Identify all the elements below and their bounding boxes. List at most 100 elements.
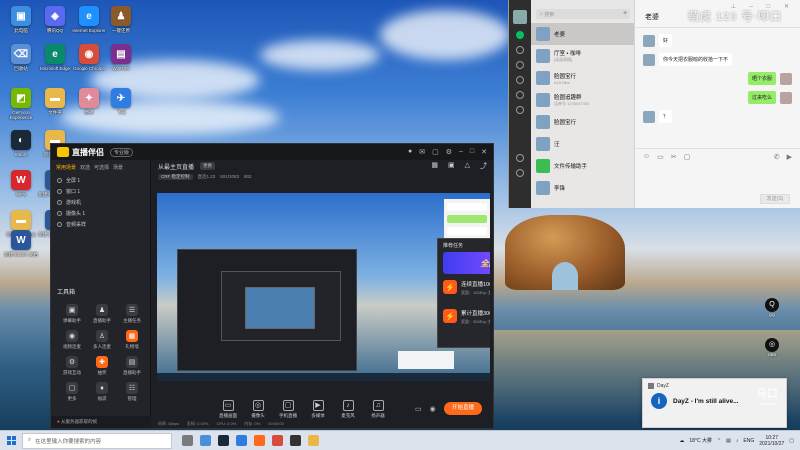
bell-icon[interactable]: △ <box>465 161 470 171</box>
tool-button[interactable]: ☷ 管理 <box>117 382 147 402</box>
eye-icon[interactable] <box>57 189 62 194</box>
taskbar-search[interactable]: ⌕ 在这里输入你要搜索的内容 <box>22 432 172 449</box>
tool-button[interactable]: ✚ 抽奖 <box>87 356 117 376</box>
favorites-icon[interactable] <box>516 61 524 69</box>
tool-button[interactable]: ▤ 直播助手 <box>117 356 147 376</box>
task-state[interactable]: 未完成 <box>438 327 490 333</box>
scene-tab[interactable]: 双选 <box>80 164 90 171</box>
maximize-icon[interactable]: □ <box>470 148 474 156</box>
task-row[interactable]: ⚡ 连续直播100分钟奖励：100Exp 主播任务 x1 <box>438 275 490 298</box>
taskbar-app-icon[interactable] <box>290 435 301 446</box>
stream-preview[interactable]: 推荐任务 ✕ 全民乐PK ⚡连续直播100分钟奖励：100Exp 主播任务 x1… <box>157 193 490 381</box>
scissors-icon[interactable]: ✂ <box>671 153 677 161</box>
avatar[interactable] <box>643 53 655 66</box>
notification-center-icon[interactable]: ▢ <box>789 438 794 444</box>
eye-icon[interactable] <box>57 211 62 216</box>
chat-icon[interactable] <box>516 31 524 39</box>
taskbar-app-icon[interactable] <box>218 435 229 446</box>
tool-button[interactable]: ▣ 弹幕助手 <box>57 304 87 324</box>
desktop-icon[interactable]: ♟ 一键还原 <box>104 6 138 33</box>
search-input[interactable]: ⌕ 搜索 <box>536 9 629 19</box>
chat-item[interactable]: 脸圆追趣群 运单号 1278037400 <box>531 89 634 111</box>
tool-button[interactable]: ⚙ 游戏互动 <box>57 356 87 376</box>
desktop-icon[interactable]: ▬ 文件夹 <box>38 88 72 115</box>
message-input[interactable]: ☺ ▭ ✂ ▢ ✆ ▶ 发送(S) <box>635 148 800 208</box>
scene-item[interactable]: 音频采样 <box>51 219 150 230</box>
video-icon[interactable]: ▶ <box>787 153 792 161</box>
scene-tab[interactable]: 场景 <box>113 164 123 171</box>
tool-button[interactable]: ▢ 更多 <box>57 382 87 402</box>
weather-text[interactable]: 18°C 大雾 <box>689 437 712 444</box>
scene-tab[interactable]: 常用场景 <box>56 164 76 171</box>
close-icon[interactable]: ✕ <box>481 148 487 156</box>
taskbar-app-icon[interactable] <box>254 435 265 446</box>
share-icon[interactable]: ⤴ <box>480 161 487 171</box>
source-button[interactable]: ▶ 多媒体 <box>307 399 329 419</box>
desktop-icon[interactable]: ▤ WinRAR <box>104 44 138 71</box>
add-button[interactable]: + <box>620 9 630 19</box>
go-live-button[interactable]: 开始直播 <box>444 402 482 415</box>
tool-button[interactable]: ♙ 多人连麦 <box>87 330 117 350</box>
phone-icon[interactable]: ✆ <box>774 153 780 161</box>
emoji-icon[interactable]: ☺ <box>643 153 650 161</box>
scene-tab[interactable]: 可选择 <box>94 164 109 171</box>
folder-icon[interactable]: ▭ <box>657 153 664 161</box>
folder-icon[interactable] <box>516 76 524 84</box>
desktop-icon[interactable]: ◐ Steam <box>4 130 38 157</box>
tool-button[interactable]: ▦ 礼物墙 <box>117 330 147 350</box>
taskbar-app-icon[interactable] <box>272 435 283 446</box>
desktop-icon[interactable]: ◈ 腾讯QQ <box>38 6 72 33</box>
task-row[interactable]: ⚡ 累计直播300分钟奖励：300Exp 主播任务 x1 <box>438 304 490 327</box>
tool-button[interactable]: ☰ 主播任务 <box>117 304 147 324</box>
room-stat[interactable]: CRF 稳定控制 <box>158 173 193 180</box>
start-button[interactable] <box>0 431 22 450</box>
scene-item[interactable]: 摄像头 1 <box>51 208 150 219</box>
weather-icon[interactable]: ☁ <box>679 438 684 444</box>
scene-item[interactable]: 窗口 1 <box>51 186 150 197</box>
mail-icon[interactable]: ✉ <box>419 148 425 156</box>
source-button[interactable]: ▭ 直播画面 <box>217 399 239 419</box>
eye-icon[interactable] <box>57 200 62 205</box>
tool-button[interactable]: ♟ 直播助手 <box>87 304 117 324</box>
chat-item[interactable]: 厅室 • 咖啡 [动画表情] <box>531 45 634 67</box>
taskbar-app-icon[interactable] <box>236 435 247 446</box>
desktop-icon[interactable]: ◉ Google Chrome <box>72 44 106 71</box>
chat-history-icon[interactable]: ▢ <box>684 153 691 161</box>
message-bubble[interactable]: 晒个衣服 <box>747 72 776 85</box>
avatar[interactable] <box>780 72 792 85</box>
tool-button[interactable]: ◉ 视频连麦 <box>57 330 87 350</box>
message-bubble[interactable]: 好 <box>659 34 673 47</box>
version-badge[interactable]: 专业版 <box>110 147 134 157</box>
lock-icon[interactable]: ▢ <box>432 148 439 156</box>
scene-item[interactable]: 全屏 1 <box>51 175 150 186</box>
message-bubble[interactable]: 过来吃么 <box>747 91 776 104</box>
eye-icon[interactable]: ◉ <box>430 405 436 413</box>
layout-icon[interactable]: ▣ <box>448 161 455 171</box>
minimize-icon[interactable]: – <box>459 148 463 156</box>
avatar-icon[interactable]: ● <box>408 148 412 156</box>
avatar[interactable] <box>643 34 655 47</box>
language-indicator[interactable]: ENG <box>743 438 754 444</box>
chat-item[interactable]: 脸圆宝行 <box>531 111 634 133</box>
desktop-icon[interactable]: ⌫ 回收站 <box>4 44 38 71</box>
message-bubble[interactable]: 你今天把衣服晾的收拾一下不 <box>659 53 733 66</box>
eye-icon[interactable] <box>57 178 62 183</box>
desktop-icon[interactable]: e Internet Explorer <box>72 6 106 33</box>
phone-icon[interactable] <box>516 154 524 162</box>
record-icon[interactable]: ▭ <box>415 405 422 413</box>
source-button[interactable]: ♪ 麦克风 <box>337 399 359 419</box>
source-button[interactable]: ♫ 扬声器 <box>367 399 389 419</box>
desktop-icon[interactable]: ✦ 原神 <box>72 88 106 115</box>
send-button[interactable]: 发送(S) <box>760 194 790 204</box>
avatar[interactable] <box>643 110 655 123</box>
desktop-icon[interactable]: ◩ GeForce Experience <box>4 88 38 120</box>
clock[interactable]: 10:27 2021/10/27 <box>759 435 784 447</box>
chat-item[interactable]: 老婆 <box>531 23 634 45</box>
chevron-up-icon[interactable]: ⌃ <box>717 438 721 444</box>
contacts-icon[interactable] <box>516 46 524 54</box>
eye-icon[interactable] <box>57 222 62 227</box>
desktop-icon[interactable]: e Microsoft Edge <box>38 44 72 71</box>
desktop-icon[interactable]: ◎ OBS <box>760 338 784 357</box>
source-button[interactable]: ▢ 手机直播 <box>277 399 299 419</box>
scene-item[interactable]: 游戏机 <box>51 197 150 208</box>
